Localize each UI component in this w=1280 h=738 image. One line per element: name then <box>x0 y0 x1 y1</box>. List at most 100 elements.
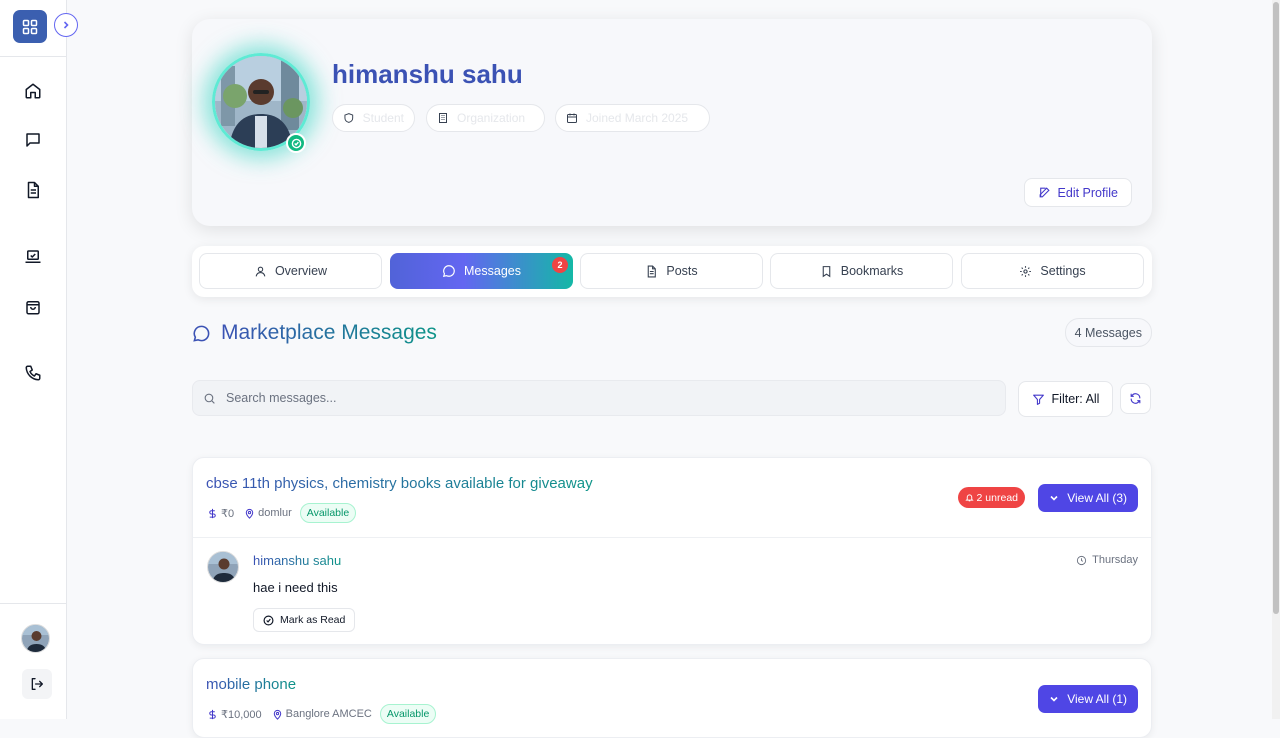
divider <box>0 603 66 604</box>
filter-icon <box>1032 394 1044 405</box>
location-value: Banglore AMCEC <box>285 708 372 720</box>
message-icon <box>442 265 455 278</box>
chevron-down-icon <box>1050 696 1058 702</box>
verified-badge <box>286 133 306 153</box>
status-badge: Available <box>379 704 437 724</box>
tab-label: Bookmarks <box>840 264 904 278</box>
chip-label: Student <box>362 111 404 125</box>
tab-label: Messages <box>464 264 521 278</box>
logout-button[interactable] <box>22 669 52 699</box>
nav-home[interactable] <box>22 80 44 102</box>
chip-label: Joined March 2025 <box>586 111 689 125</box>
logout-icon <box>31 678 43 690</box>
listing-card: mobile phone ₹10,000 Banglore AMCEC Avai… <box>192 658 1152 738</box>
nav-marketplace[interactable] <box>22 296 44 318</box>
tab-label: Overview <box>274 264 328 278</box>
price-value: ₹0 <box>221 507 235 520</box>
message-icon <box>193 325 210 342</box>
listing-meta: ₹0 domlur Available <box>207 503 357 523</box>
unread-badge: 2 unread <box>957 487 1025 508</box>
apps-grid-button[interactable] <box>13 10 47 43</box>
scrollbar[interactable] <box>1272 0 1280 719</box>
tab-messages[interactable]: Messages 2 <box>390 253 573 289</box>
nav-contact[interactable] <box>22 362 44 384</box>
location: domlur <box>244 507 292 519</box>
phone-icon <box>25 365 41 381</box>
tab-bookmarks[interactable]: Bookmarks <box>770 253 953 289</box>
home-icon <box>25 83 41 99</box>
calendar-icon <box>567 113 577 123</box>
section-title: Marketplace Messages <box>221 321 437 344</box>
tab-label: Settings <box>1040 264 1086 278</box>
edit-icon <box>1039 187 1050 198</box>
search-icon <box>204 393 215 404</box>
profile-card: himanshu sahu Student Organization Joine… <box>192 19 1152 226</box>
check-circle-icon <box>263 615 274 625</box>
mark-as-read-button[interactable]: Mark as Read <box>253 608 356 632</box>
listing-title[interactable]: mobile phone <box>206 676 296 693</box>
chat-icon <box>26 133 40 147</box>
joined-chip: Joined March 2025 <box>555 104 710 132</box>
chip-label: Organization <box>457 111 526 125</box>
user-icon <box>255 266 266 277</box>
mark-read-label: Mark as Read <box>280 614 346 626</box>
unread-count-badge: 2 <box>552 257 568 273</box>
user-avatar[interactable] <box>21 624 50 653</box>
dollar-icon <box>209 709 216 719</box>
profile-name: himanshu sahu <box>332 59 523 89</box>
map-pin-icon <box>273 709 281 720</box>
check-laptop-icon <box>25 250 41 263</box>
tab-posts[interactable]: Posts <box>580 253 763 289</box>
filter-label: Filter: All <box>1051 392 1100 406</box>
clock-icon <box>1077 555 1087 565</box>
dollar-icon <box>209 508 216 518</box>
filter-button[interactable]: Filter: All <box>1018 381 1113 417</box>
view-all-button[interactable]: View All (1) <box>1038 685 1138 713</box>
view-all-label: View All (1) <box>1067 692 1127 706</box>
divider <box>0 56 66 57</box>
bookmark-icon <box>822 265 831 277</box>
nav-documents[interactable] <box>22 179 44 201</box>
message-count-badge: 4 Messages <box>1064 318 1152 347</box>
chevron-down-icon <box>1050 495 1058 501</box>
price: ₹0 <box>207 507 234 520</box>
message-sender: himanshu sahu <box>253 553 342 568</box>
nav-chat[interactable] <box>22 129 44 151</box>
tab-settings[interactable]: Settings <box>961 253 1144 289</box>
view-all-label: View All (3) <box>1067 491 1127 505</box>
search-input[interactable] <box>226 391 926 405</box>
edit-profile-label: Edit Profile <box>1057 185 1118 200</box>
status-badge: Available <box>299 503 357 523</box>
grid-icon <box>22 19 38 34</box>
sender-avatar <box>207 551 239 583</box>
tab-label: Posts <box>666 264 698 278</box>
shopping-bag-icon <box>26 301 40 315</box>
gear-icon <box>1020 265 1032 277</box>
message-text: hae i need this <box>253 580 338 595</box>
refresh-icon <box>1130 393 1141 404</box>
messages-header: Marketplace Messages <box>192 321 437 345</box>
listing-card: cbse 11th physics, chemistry books avail… <box>192 457 1152 645</box>
time-label: Thursday <box>1092 554 1138 566</box>
refresh-button[interactable] <box>1120 383 1151 414</box>
edit-profile-button[interactable]: Edit Profile <box>1023 178 1132 207</box>
scrollbar-thumb[interactable] <box>1273 2 1279 614</box>
nav-tasks[interactable] <box>22 246 44 268</box>
collapse-sidebar-button[interactable] <box>54 13 78 37</box>
unread-label: 2 unread <box>976 491 1018 504</box>
sidebar <box>0 0 67 719</box>
profile-tabs: Overview Messages 2 Posts Bookmarks Sett… <box>192 246 1152 297</box>
chevron-right-icon <box>63 21 69 29</box>
location-value: domlur <box>258 507 292 519</box>
building-icon <box>439 113 447 123</box>
check-circle-icon <box>291 138 301 148</box>
location: Banglore AMCEC <box>272 708 372 720</box>
avatar-photo <box>22 625 49 652</box>
listing-meta: ₹10,000 Banglore AMCEC Available <box>207 704 437 724</box>
tab-overview[interactable]: Overview <box>199 253 382 289</box>
organization-chip: Organization <box>426 104 545 132</box>
view-all-button[interactable]: View All (3) <box>1038 484 1138 512</box>
listing-title[interactable]: cbse 11th physics, chemistry books avail… <box>206 475 593 492</box>
shield-icon <box>344 113 354 123</box>
role-chip: Student <box>332 104 415 132</box>
